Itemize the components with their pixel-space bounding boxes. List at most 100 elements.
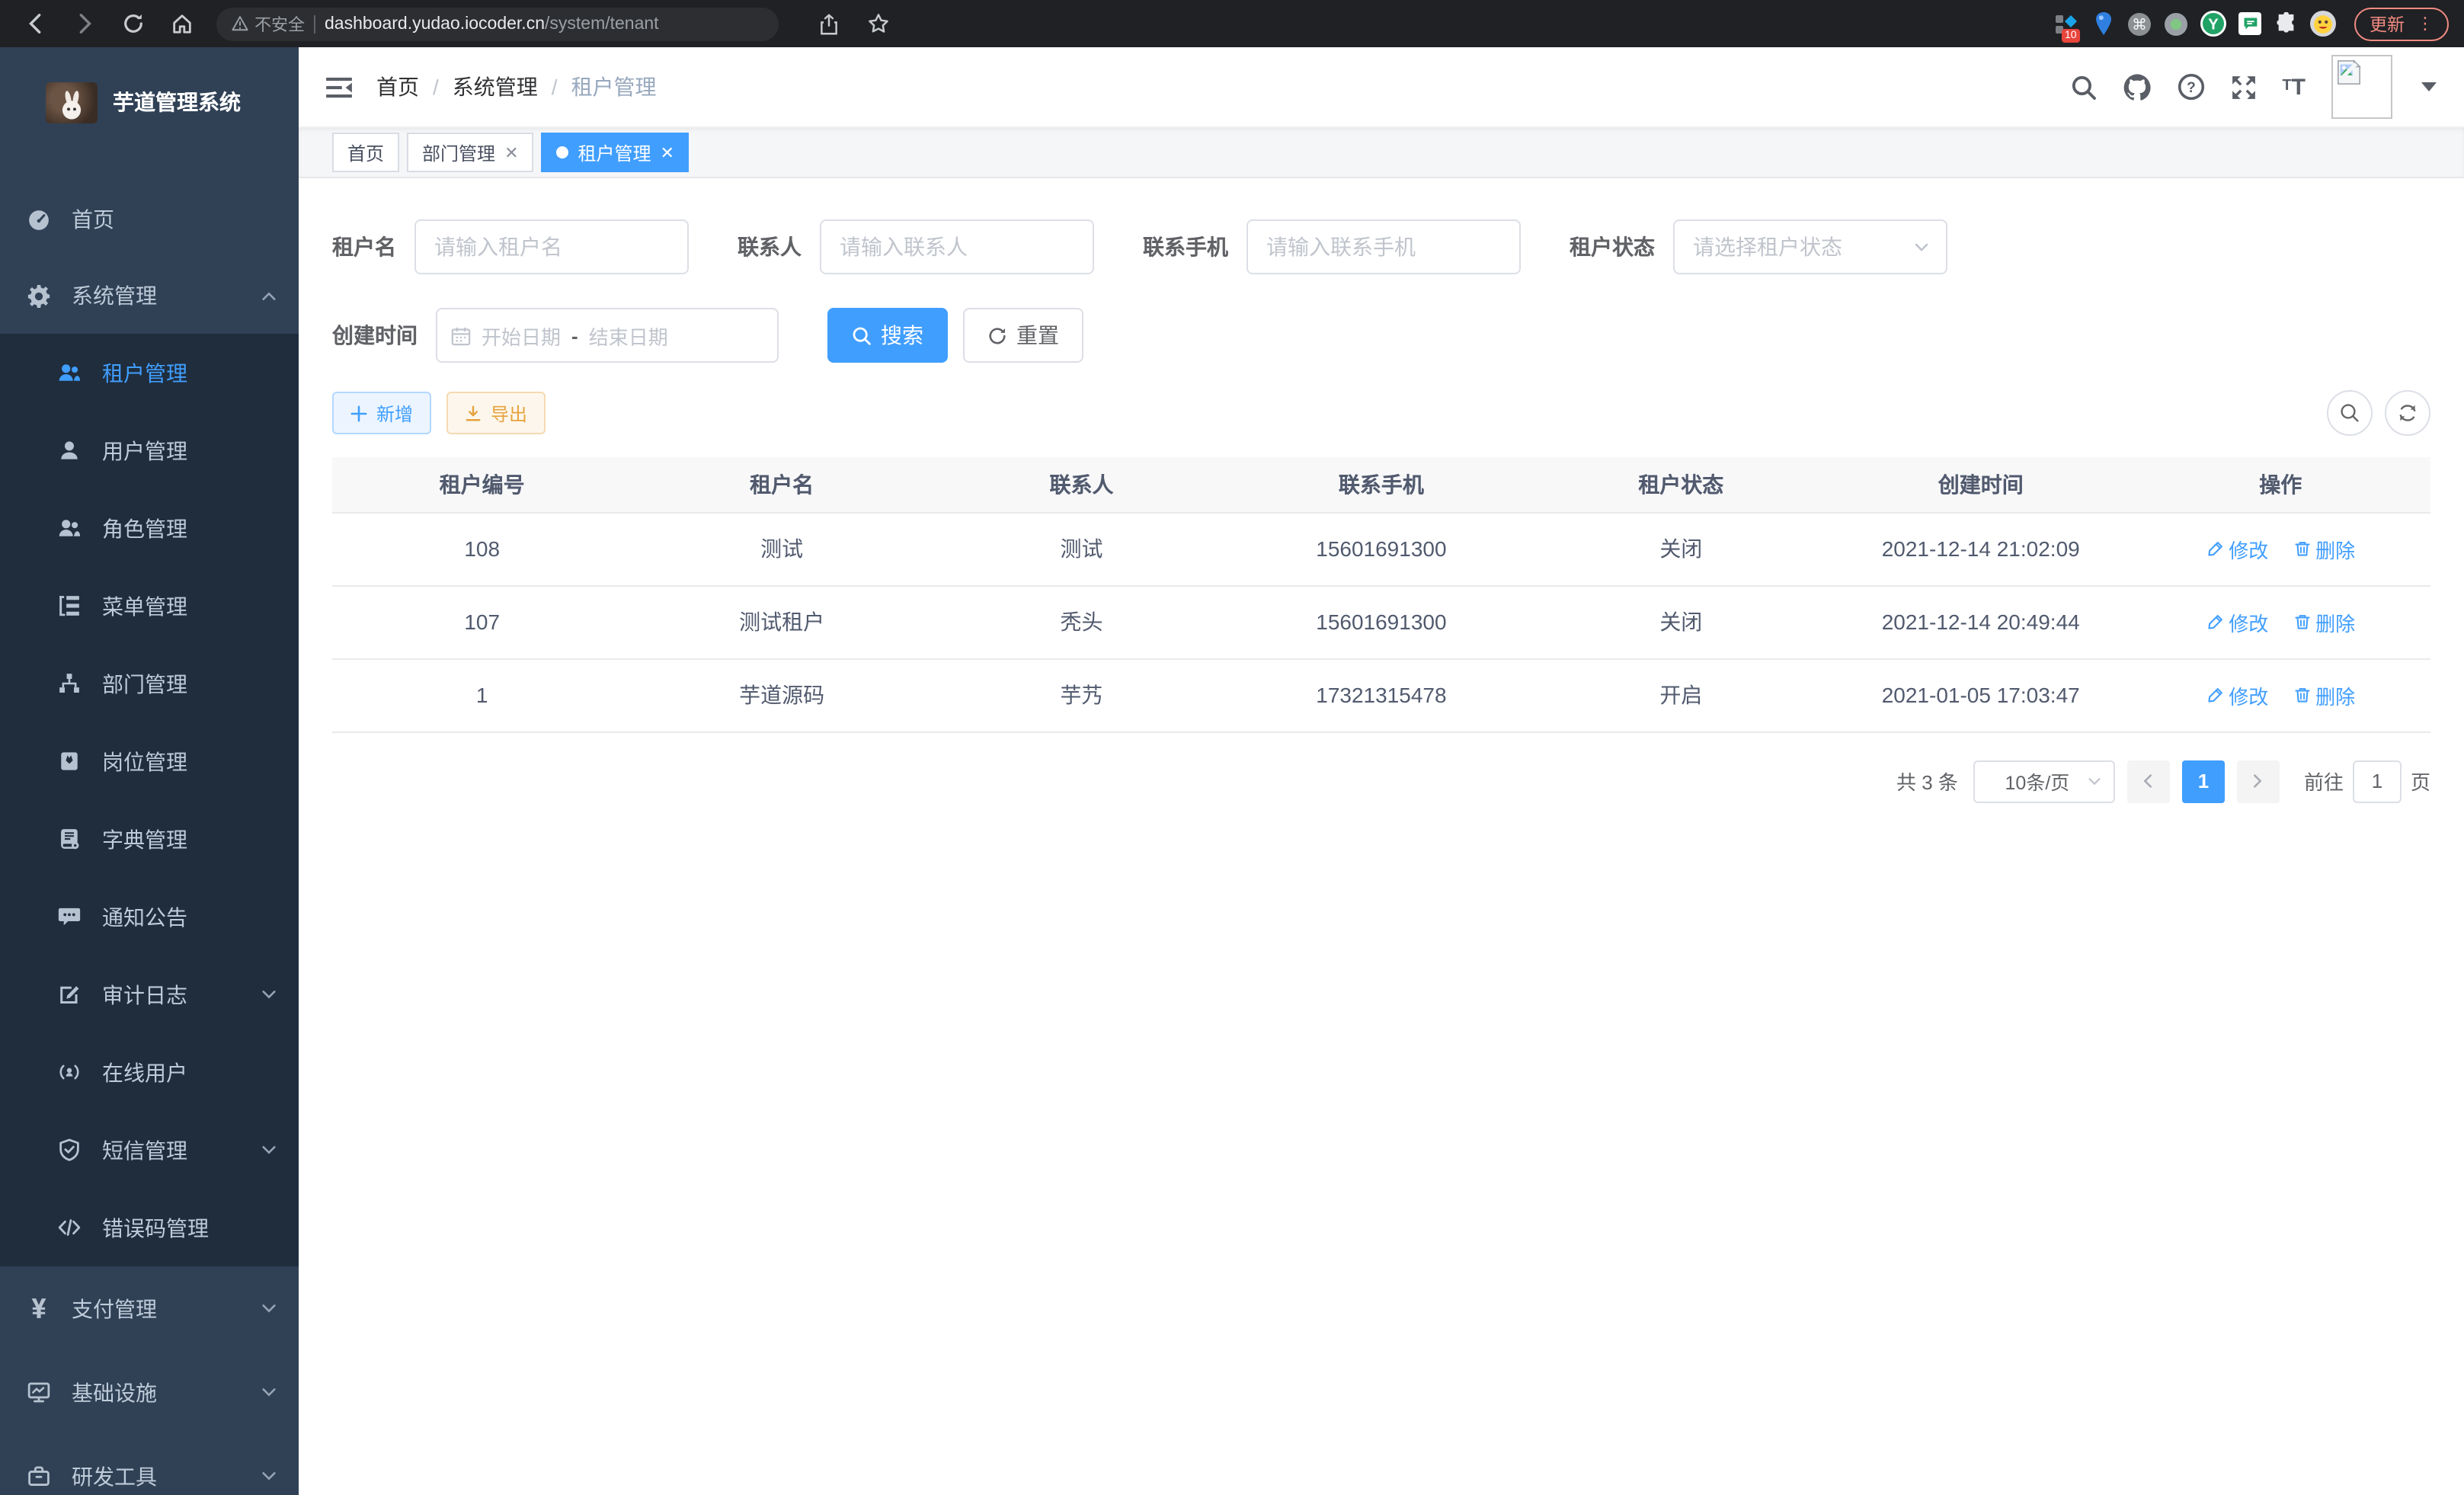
next-page-button[interactable] [2237, 760, 2280, 802]
table-toolbar: 新增 导出 [332, 390, 2430, 436]
edit-link[interactable]: 修改 [2206, 534, 2268, 563]
tab-dept[interactable]: 部门管理 ✕ [407, 133, 533, 172]
sidebar-item-post[interactable]: 岗位管理 [0, 722, 299, 800]
avatar[interactable] [2331, 55, 2392, 119]
extension-chat-icon[interactable] [2235, 10, 2263, 37]
cell-created: 2021-01-05 17:03:47 [1831, 658, 2130, 731]
extension-emoji-icon[interactable] [2309, 10, 2336, 37]
payment-yen-icon [27, 1297, 50, 1320]
sidebar-item-menu[interactable]: 菜单管理 [0, 567, 299, 645]
extension-pin-icon[interactable] [2089, 10, 2117, 37]
tab-label: 部门管理 [422, 139, 495, 165]
sidebar-item-user[interactable]: 用户管理 [0, 411, 299, 489]
create-time-range-picker[interactable]: 开始日期 - 结束日期 [436, 308, 779, 363]
cell-actions: 修改 删除 [2130, 658, 2430, 731]
sidebar-item-pay[interactable]: 支付管理 [0, 1266, 299, 1350]
export-button[interactable]: 导出 [446, 392, 546, 434]
status-select[interactable]: 请选择租户状态 [1673, 219, 1947, 274]
address-bar[interactable]: 不安全 dashboard.yudao.iocoder.cn/system/te… [216, 7, 779, 40]
close-icon[interactable]: ✕ [661, 142, 674, 162]
tab-home[interactable]: 首页 [332, 133, 399, 172]
bookmark-star-icon[interactable] [858, 4, 898, 43]
sidebar-item-infra[interactable]: 基础设施 [0, 1350, 299, 1434]
contact-input[interactable] [820, 219, 1094, 274]
goto-page-input[interactable] [2353, 760, 2402, 802]
cell-created: 2021-12-14 20:49:44 [1831, 585, 2130, 658]
tenant-name-input[interactable] [414, 219, 689, 274]
announcement-icon [58, 905, 81, 928]
sidebar-item-devtools[interactable]: 研发工具 [0, 1434, 299, 1495]
cell-tenant-name: 测试 [632, 512, 931, 585]
update-label: 更新 [2370, 11, 2405, 36]
sidebar-toggle-icon[interactable] [326, 75, 352, 98]
sidebar-item-notice[interactable]: 通知公告 [0, 878, 299, 956]
sms-shield-icon [58, 1138, 81, 1161]
search-icon [852, 325, 872, 345]
sidebar-item-label: 菜单管理 [102, 591, 277, 621]
chrome-menu-icon[interactable]: ⋮ [2417, 14, 2434, 34]
mobile-input[interactable] [1246, 219, 1521, 274]
search-button[interactable]: 搜索 [827, 308, 948, 363]
extension-diamond-icon[interactable]: 10 [2053, 10, 2080, 37]
cell-mobile: 15601691300 [1231, 512, 1531, 585]
breadcrumb-home[interactable]: 首页 [376, 72, 419, 102]
breadcrumb: 首页 / 系统管理 / 租户管理 [376, 72, 657, 102]
cell-status: 关闭 [1531, 512, 1831, 585]
reload-icon[interactable] [113, 4, 152, 43]
reset-button[interactable]: 重置 [963, 308, 1083, 363]
chevron-down-icon [261, 986, 277, 1003]
sidebar-item-audit[interactable]: 审计日志 [0, 956, 299, 1033]
sidebar-item-dept[interactable]: 部门管理 [0, 645, 299, 722]
trash-icon [2293, 686, 2311, 704]
back-icon[interactable] [15, 4, 55, 43]
extension-y-icon[interactable]: Y [2199, 10, 2226, 37]
help-icon[interactable]: ? [2177, 73, 2204, 101]
forward-icon[interactable] [64, 4, 104, 43]
fullscreen-icon[interactable] [2230, 74, 2256, 100]
sidebar-item-label: 错误码管理 [102, 1212, 277, 1243]
share-icon[interactable] [809, 4, 849, 43]
close-icon[interactable]: ✕ [504, 142, 518, 162]
sidebar-item-tenant[interactable]: 租户管理 [0, 334, 299, 411]
sidebar-item-home[interactable]: 首页 [0, 181, 299, 258]
delete-link[interactable]: 删除 [2293, 607, 2355, 636]
header-search-icon[interactable] [2070, 74, 2096, 100]
system-submenu: 租户管理 用户管理 角色管理 菜单管理 [0, 334, 299, 1266]
extension-puzzle-icon[interactable] [2272, 10, 2299, 37]
sidebar-item-sms[interactable]: 短信管理 [0, 1111, 299, 1189]
extension-green-dot-icon[interactable] [2162, 10, 2190, 37]
home-icon[interactable] [162, 4, 201, 43]
edit-link[interactable]: 修改 [2206, 680, 2268, 709]
github-icon[interactable] [2122, 72, 2151, 101]
add-button[interactable]: 新增 [332, 392, 431, 434]
sidebar-item-label: 短信管理 [102, 1135, 239, 1165]
cell-actions: 修改 删除 [2130, 512, 2430, 585]
divider [314, 14, 315, 33]
page-size-select[interactable]: 10条/页 [1973, 760, 2115, 802]
edit-link[interactable]: 修改 [2206, 607, 2268, 636]
delete-link[interactable]: 删除 [2293, 680, 2355, 709]
sidebar-item-online[interactable]: 在线用户 [0, 1033, 299, 1111]
breadcrumb-separator: / [433, 75, 439, 99]
tab-tenant[interactable]: 租户管理 ✕ [542, 133, 690, 172]
org-chart-icon [58, 672, 81, 695]
prev-page-button[interactable] [2127, 760, 2170, 802]
security-status[interactable]: 不安全 [232, 11, 305, 36]
page-number-button[interactable]: 1 [2182, 760, 2225, 802]
contact-label: 联系人 [738, 232, 802, 262]
sidebar-item-errorcode[interactable]: 错误码管理 [0, 1189, 299, 1266]
pagination: 共 3 条 10条/页 1 前往 页 [332, 760, 2430, 802]
avatar-dropdown-caret[interactable] [2421, 82, 2437, 91]
refresh-table-button[interactable] [2385, 390, 2430, 436]
sidebar-item-role[interactable]: 角色管理 [0, 489, 299, 567]
chevron-down-icon [261, 1384, 277, 1401]
extension-command-icon[interactable]: ⌘ [2126, 10, 2153, 37]
app-logo[interactable]: 芋道管理系统 [0, 59, 299, 145]
breadcrumb-system[interactable]: 系统管理 [453, 72, 538, 102]
font-size-icon[interactable]: TT [2282, 75, 2306, 98]
toggle-search-button[interactable] [2327, 390, 2373, 436]
chrome-update-button[interactable]: 更新 ⋮ [2354, 7, 2449, 40]
sidebar-item-dict[interactable]: 字典管理 [0, 800, 299, 878]
sidebar-item-system[interactable]: 系统管理 [0, 258, 299, 334]
delete-link[interactable]: 删除 [2293, 534, 2355, 563]
